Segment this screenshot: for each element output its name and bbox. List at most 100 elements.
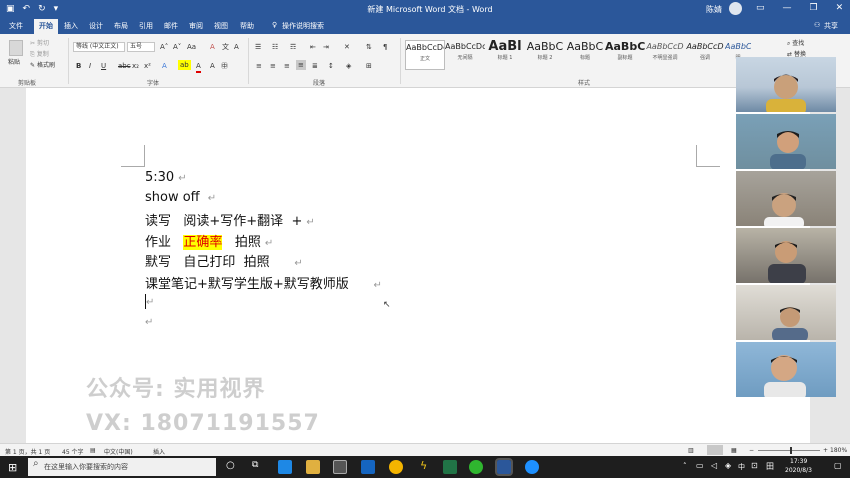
increase-indent-icon[interactable]: ⇥ <box>323 42 329 52</box>
bullets-icon[interactable]: ☰ <box>255 42 261 52</box>
share-icon[interactable]: ⚇ <box>814 21 820 29</box>
redo-icon[interactable]: ↻ <box>38 3 46 15</box>
italic-icon[interactable]: I <box>89 61 91 71</box>
doc-line[interactable]: 作业 正确率 拍照 ↵ <box>145 231 273 250</box>
network-icon[interactable]: ▭ <box>696 461 704 470</box>
copy-button[interactable]: ⎘ 复制 <box>30 50 49 60</box>
read-mode-icon[interactable]: ▥ <box>688 447 694 454</box>
style-subtle-emphasis[interactable]: AaBbCcD 不明显强调 <box>645 40 685 70</box>
paste-button[interactable]: 粘贴 <box>8 58 20 68</box>
file-explorer-icon[interactable] <box>306 460 320 474</box>
style-normal[interactable]: AaBbCcDc 正文 <box>405 40 445 70</box>
align-left-icon[interactable]: ≡ <box>256 61 262 71</box>
video-thumbnail[interactable] <box>736 57 836 112</box>
tab-file[interactable]: 文件 <box>9 21 23 31</box>
undo-icon[interactable]: ↶ <box>23 3 31 15</box>
word-count[interactable]: 45 个字 <box>62 447 84 456</box>
save-icon[interactable]: ▣ <box>6 3 15 15</box>
tab-design[interactable]: 设计 <box>89 21 103 31</box>
video-thumbnail[interactable] <box>736 342 836 397</box>
meeting-app-icon[interactable] <box>525 460 539 474</box>
word-icon[interactable] <box>495 458 513 476</box>
user-name[interactable]: 陈婧 <box>706 4 722 15</box>
enclose-characters-icon[interactable]: ㊥ <box>221 61 228 71</box>
tab-home[interactable]: 开始 <box>34 19 58 34</box>
distributed-icon[interactable]: ≣ <box>312 61 318 71</box>
chinese-layout-icon[interactable]: ✕ <box>344 42 350 52</box>
close-icon[interactable]: ✕ <box>836 3 844 13</box>
doc-line[interactable]: ↵ <box>145 314 153 329</box>
zoom-level[interactable]: 180% <box>830 447 847 454</box>
windows-start-icon[interactable]: ⊞ <box>8 461 17 474</box>
zoom-out-icon[interactable]: − <box>749 447 754 454</box>
change-case-icon[interactable]: Aa <box>187 42 196 52</box>
tab-review[interactable]: 审阅 <box>189 21 203 31</box>
ribbon-display-icon[interactable]: ▭ <box>756 3 765 13</box>
grow-font-icon[interactable]: A˄ <box>160 42 168 52</box>
excel-icon[interactable] <box>443 460 457 474</box>
store-icon[interactable] <box>333 460 347 474</box>
style-heading-2[interactable]: AaBbC 标题 2 <box>525 40 565 70</box>
numbering-icon[interactable]: ☷ <box>272 42 278 52</box>
cortana-icon[interactable]: ○ <box>226 460 235 471</box>
show-marks-icon[interactable]: ¶ <box>383 42 387 52</box>
justify-icon[interactable]: ≡ <box>296 60 306 70</box>
volume-icon[interactable]: ◁ <box>711 461 717 470</box>
customize-qat-icon[interactable]: ▾ <box>54 3 59 15</box>
superscript-icon[interactable]: x² <box>144 61 151 71</box>
security-icon[interactable]: ◈ <box>725 461 731 470</box>
font-name-combo[interactable]: 等线 (中文正文) <box>73 42 125 52</box>
zoom-slider-thumb[interactable] <box>790 447 792 454</box>
highlight-icon[interactable]: ab <box>178 60 191 70</box>
line-spacing-icon[interactable]: ↕ <box>328 61 334 71</box>
taskbar-search-input[interactable]: 在这里输入你要搜索的内容 <box>28 458 216 476</box>
ime-indicator[interactable]: 中 <box>738 462 745 472</box>
video-thumbnail[interactable] <box>736 285 836 340</box>
align-center-icon[interactable]: ≡ <box>270 61 276 71</box>
tab-mailings[interactable]: 邮件 <box>164 21 178 31</box>
phonetic-guide-icon[interactable]: 文 <box>222 42 229 52</box>
zoom-in-icon[interactable]: + <box>823 447 828 454</box>
mail-icon[interactable] <box>361 460 375 474</box>
print-layout-icon[interactable] <box>707 445 723 455</box>
ime-mode-icon[interactable]: ⊡ <box>751 461 758 470</box>
ime-settings-icon[interactable]: 田 <box>766 461 774 472</box>
style-heading-1[interactable]: AaBl 标题 1 <box>485 40 525 70</box>
paste-icon[interactable] <box>9 40 23 56</box>
video-thumbnail[interactable] <box>736 114 836 169</box>
web-layout-icon[interactable]: ▦ <box>731 447 737 454</box>
tab-insert[interactable]: 插入 <box>64 21 78 31</box>
find-button[interactable]: ⌕ 查找 <box>787 39 804 49</box>
underline-icon[interactable]: U <box>101 61 106 71</box>
task-view-icon[interactable]: ⧉ <box>252 460 258 470</box>
doc-line[interactable]: ↵ <box>145 294 154 309</box>
shading-icon[interactable]: ◈ <box>346 61 351 71</box>
tab-references[interactable]: 引用 <box>139 21 153 31</box>
text-effects-icon[interactable]: A <box>162 61 167 71</box>
multilevel-list-icon[interactable]: ☶ <box>290 42 296 52</box>
zoom-slider[interactable] <box>758 450 820 451</box>
browser-icon[interactable] <box>389 460 403 474</box>
edge-icon[interactable] <box>278 460 292 474</box>
clock-date[interactable]: 2020/8/3 <box>785 467 812 474</box>
lightning-app-icon[interactable]: ϟ <box>420 459 427 472</box>
video-thumbnail[interactable] <box>736 171 836 226</box>
proofing-icon[interactable]: ▤ <box>90 447 96 454</box>
style-no-spacing[interactable]: AaBbCcDc 无间隔 <box>445 40 485 70</box>
tab-help[interactable]: 帮助 <box>240 21 254 31</box>
video-thumbnail[interactable] <box>736 228 836 283</box>
font-size-combo[interactable]: 五号 <box>127 42 155 52</box>
share-button[interactable]: 共享 <box>824 21 838 31</box>
character-shading-icon[interactable]: A <box>210 61 215 71</box>
character-border-icon[interactable]: A <box>234 42 239 52</box>
clock-time[interactable]: 17:39 <box>790 458 807 465</box>
tab-layout[interactable]: 布局 <box>114 21 128 31</box>
page-count[interactable]: 第 1 页，共 1 页 <box>5 447 50 456</box>
bold-icon[interactable]: B <box>76 61 81 71</box>
doc-line[interactable]: show off ↵ <box>145 190 216 205</box>
subscript-icon[interactable]: x₂ <box>132 61 139 71</box>
style-title[interactable]: AaBbC 标题 <box>565 40 605 70</box>
sort-icon[interactable]: ⇅ <box>366 42 372 52</box>
doc-line[interactable]: 课堂笔记+默写学生版+默写教师版 ↵ <box>145 273 382 292</box>
align-right-icon[interactable]: ≡ <box>284 61 290 71</box>
